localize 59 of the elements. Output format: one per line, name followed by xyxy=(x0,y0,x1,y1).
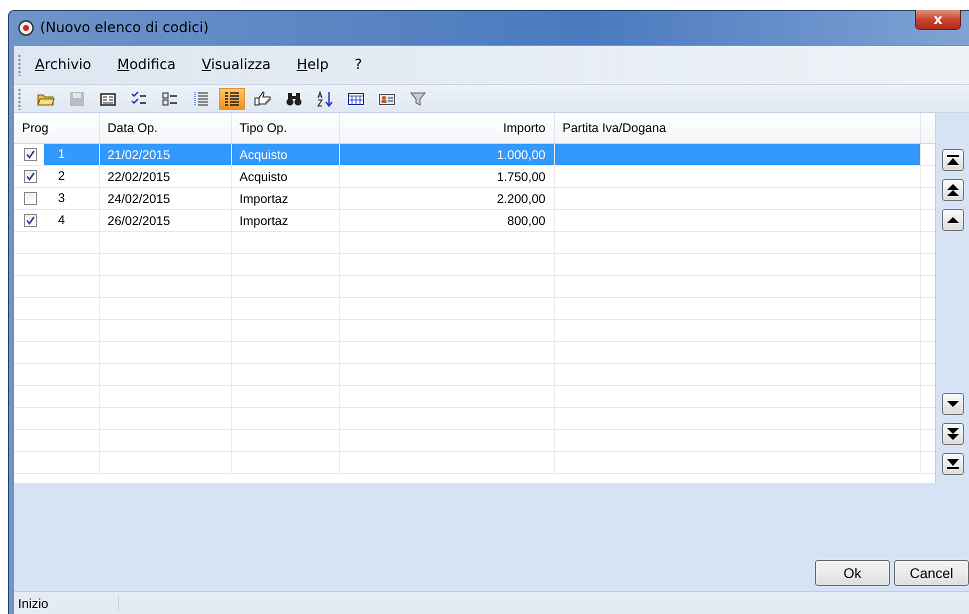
table-cell-text: 2 xyxy=(57,168,66,185)
column-header[interactable]: Tipo Op. xyxy=(231,113,339,144)
table-cell: Importaz xyxy=(231,188,339,210)
filter-icon xyxy=(409,90,427,106)
column-header[interactable]: Partita Iva/Dogana xyxy=(554,113,920,144)
status-text: Inizio xyxy=(18,596,120,610)
list-icon xyxy=(192,90,210,106)
table-cell-text: 4 xyxy=(57,212,66,229)
close-button[interactable]: x xyxy=(915,10,961,30)
table-cell: 2.200,00 xyxy=(339,188,554,210)
window-title: (Nuovo elenco di codici) xyxy=(40,20,209,36)
column-header[interactable]: Importo xyxy=(339,113,554,144)
toolbar-grip xyxy=(18,54,21,76)
column-header[interactable]: Data Op. xyxy=(99,113,231,144)
toolbar-grip xyxy=(18,88,21,110)
cancel-button[interactable]: Cancel xyxy=(894,560,969,586)
nav-button[interactable] xyxy=(942,393,964,415)
table-cell: Acquisto xyxy=(231,144,339,166)
table-cell: Importaz xyxy=(231,210,339,232)
nav-button[interactable] xyxy=(942,453,964,475)
scroll-to-bottom-icon xyxy=(946,457,960,471)
checkbox[interactable] xyxy=(24,170,37,183)
toolbar-button[interactable] xyxy=(219,88,245,110)
table-cell: 21/02/2015 xyxy=(99,144,231,166)
checkbox[interactable] xyxy=(24,214,37,227)
form-icon xyxy=(99,90,117,106)
thumbs-up-icon xyxy=(254,90,272,106)
menu-item[interactable]: Help xyxy=(292,57,345,73)
menu-item[interactable]: Archivio xyxy=(31,57,108,73)
table-cell: Acquisto xyxy=(231,166,339,188)
menu-item[interactable]: ? xyxy=(350,57,378,73)
menu-item[interactable]: Visualizza xyxy=(198,57,287,73)
table-cell: 1.000,00 xyxy=(339,144,554,166)
nav-button[interactable] xyxy=(942,209,964,231)
table-cell: 1.750,00 xyxy=(339,166,554,188)
binoculars-icon xyxy=(285,90,303,106)
scroll-to-top-icon xyxy=(946,153,960,167)
table-cell: 22/02/2015 xyxy=(99,166,231,188)
column-header[interactable]: Prog xyxy=(14,113,99,144)
sort-icon xyxy=(316,90,334,106)
table-cell: 800,00 xyxy=(339,210,554,232)
list-icon xyxy=(161,90,179,106)
nav-button[interactable] xyxy=(942,423,964,445)
menu-item[interactable]: Modifica xyxy=(113,57,192,73)
table-cell-text: 3 xyxy=(57,190,66,207)
double-up-arrow-icon xyxy=(946,183,960,197)
double-down-arrow-icon xyxy=(946,427,960,441)
nav-button[interactable] xyxy=(942,179,964,201)
table-cell: 24/02/2015 xyxy=(99,188,231,210)
checklist-icon xyxy=(130,90,148,106)
checkbox[interactable] xyxy=(24,192,37,205)
table-cell: 26/02/2015 xyxy=(99,210,231,232)
table-cell: 1 xyxy=(44,144,98,165)
checkbox[interactable] xyxy=(24,148,37,161)
nav-button[interactable] xyxy=(942,149,964,171)
table-icon xyxy=(347,90,365,106)
ok-button[interactable]: Ok xyxy=(815,560,890,586)
app-icon xyxy=(18,20,34,36)
list-icon xyxy=(223,90,241,106)
